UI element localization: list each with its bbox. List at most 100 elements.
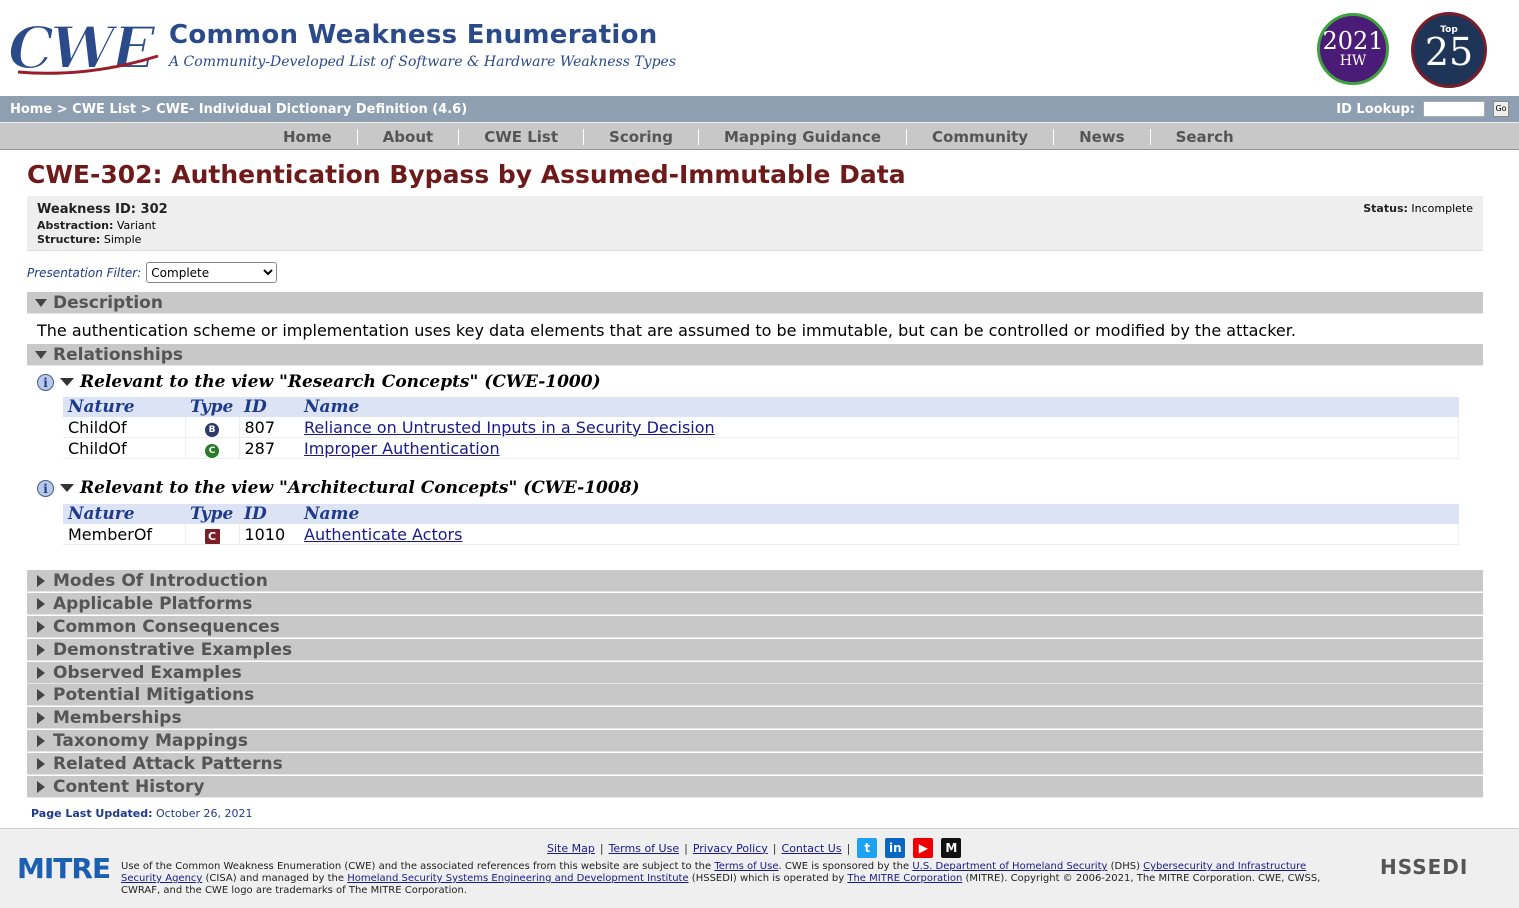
section-title: Modes Of Introduction	[53, 571, 268, 591]
section-title: Content History	[53, 777, 205, 797]
base-type-icon[interactable]: B	[205, 423, 219, 437]
cwe-logo[interactable]: CWE	[8, 16, 163, 76]
footer-text-part: Use of the Common Weakness Enumeration (…	[121, 861, 715, 872]
section-potential-mitigations[interactable]: Potential Mitigations	[27, 684, 1483, 706]
badge-year: 2021	[1322, 27, 1384, 55]
col-name: Name	[299, 397, 1459, 417]
footer-link-privacy[interactable]: Privacy Policy	[693, 842, 768, 855]
cwe-link[interactable]: Authenticate Actors	[304, 525, 462, 544]
expand-arrow-icon[interactable]	[37, 712, 45, 724]
cell-id: 1010	[239, 524, 299, 545]
badge-top-number: 25	[1424, 30, 1474, 74]
footer-text-part: (CISA) and managed by the	[202, 873, 348, 884]
cwe-link[interactable]: Reliance on Untrusted Inputs in a Securi…	[304, 418, 715, 437]
nav-home[interactable]: Home	[258, 129, 358, 145]
section-content-history[interactable]: Content History	[27, 776, 1483, 798]
nav-search[interactable]: Search	[1151, 129, 1259, 145]
presentation-filter: Presentation Filter: Complete	[27, 262, 278, 283]
youtube-icon[interactable]: ▶	[913, 838, 934, 858]
section-relationships[interactable]: Relationships	[27, 344, 1483, 366]
section-taxonomy-mappings[interactable]: Taxonomy Mappings	[27, 730, 1483, 752]
expand-arrow-icon[interactable]	[37, 667, 45, 679]
col-id: ID	[239, 397, 299, 417]
breadcrumb-home[interactable]: Home	[10, 102, 52, 117]
cell-nature: ChildOf	[63, 417, 185, 438]
nav-mapping-guidance[interactable]: Mapping Guidance	[699, 129, 908, 145]
footer-terms-link[interactable]: Terms of Use	[714, 861, 778, 872]
cell-type: C	[184, 524, 240, 545]
site-title[interactable]: Common Weakness Enumeration	[169, 20, 658, 50]
cell-nature: ChildOf	[63, 437, 185, 459]
hssedi-logo[interactable]: HSSEDI	[1380, 855, 1468, 879]
mitre-link[interactable]: The MITRE Corporation	[847, 873, 962, 884]
cwe-link[interactable]: Improper Authentication	[304, 439, 500, 458]
footer-link-terms[interactable]: Terms of Use	[609, 842, 680, 855]
collapse-arrow-icon[interactable]	[35, 299, 47, 307]
collapse-arrow-icon[interactable]	[35, 351, 47, 359]
collapse-arrow-icon[interactable]	[60, 484, 74, 492]
info-icon[interactable]: i	[37, 479, 54, 497]
main-nav: Home About CWE List Scoring Mapping Guid…	[0, 122, 1519, 150]
site-header: CWE Common Weakness Enumeration A Commun…	[0, 0, 1519, 96]
expand-arrow-icon[interactable]	[37, 644, 45, 656]
section-common-consequences[interactable]: Common Consequences	[27, 616, 1483, 638]
cell-name: Improper Authentication	[299, 437, 1459, 459]
breadcrumb-separator: >	[140, 102, 152, 117]
expand-arrow-icon[interactable]	[37, 575, 45, 587]
collapse-arrow-icon[interactable]	[60, 378, 74, 386]
expand-arrow-icon[interactable]	[37, 689, 45, 701]
mitre-logo[interactable]: MITRE	[17, 852, 111, 885]
nav-community[interactable]: Community	[907, 129, 1055, 145]
nav-about[interactable]: About	[358, 129, 460, 145]
hw-top25-2021-badge[interactable]: 2021 HW	[1317, 13, 1389, 85]
expand-arrow-icon[interactable]	[37, 598, 45, 610]
section-title: Description	[53, 293, 163, 313]
expand-arrow-icon[interactable]	[37, 735, 45, 747]
hssedi-link[interactable]: Homeland Security Systems Engineering an…	[347, 873, 688, 884]
section-title: Memberships	[53, 708, 182, 728]
info-icon[interactable]: i	[37, 373, 54, 391]
dhs-link[interactable]: U.S. Department of Homeland Security	[912, 861, 1107, 872]
cell-type: B	[184, 417, 240, 438]
expand-arrow-icon[interactable]	[37, 758, 45, 770]
top25-badge[interactable]: Top 25	[1411, 12, 1487, 88]
section-applicable-platforms[interactable]: Applicable Platforms	[27, 593, 1483, 615]
section-modes-of-introduction[interactable]: Modes Of Introduction	[27, 570, 1483, 592]
nav-cwe-list[interactable]: CWE List	[459, 129, 585, 145]
footer-link-site-map[interactable]: Site Map	[547, 842, 595, 855]
expand-arrow-icon[interactable]	[37, 781, 45, 793]
nav-scoring[interactable]: Scoring	[584, 129, 699, 145]
id-lookup-go-button[interactable]: Go	[1493, 101, 1509, 117]
status: Status: Incomplete	[1363, 202, 1473, 215]
medium-icon[interactable]: M	[941, 838, 962, 858]
footer-link-contact[interactable]: Contact Us	[782, 842, 842, 855]
presentation-filter-select[interactable]: Complete	[146, 262, 278, 283]
breadcrumb-cwe-list[interactable]: CWE List	[72, 102, 136, 117]
linkedin-icon[interactable]: in	[885, 838, 906, 858]
nav-news[interactable]: News	[1054, 129, 1151, 145]
expand-arrow-icon[interactable]	[37, 621, 45, 633]
section-title: Related Attack Patterns	[53, 754, 283, 774]
presentation-filter-label: Presentation Filter:	[27, 265, 142, 280]
class-type-icon[interactable]: C	[205, 444, 219, 458]
updated-label: Page Last Updated:	[31, 807, 153, 820]
status-value: Incomplete	[1411, 202, 1473, 215]
section-memberships[interactable]: Memberships	[27, 707, 1483, 729]
structure: Structure: Simple	[37, 233, 141, 246]
table-header: Nature Type ID Name	[63, 397, 1459, 417]
section-title: Relationships	[53, 345, 183, 365]
section-demonstrative-examples[interactable]: Demonstrative Examples	[27, 639, 1483, 661]
twitter-icon[interactable]: t	[857, 838, 878, 858]
col-nature: Nature	[63, 397, 185, 417]
category-type-icon[interactable]: C	[204, 528, 220, 544]
cell-name: Authenticate Actors	[299, 524, 1459, 545]
cell-nature: MemberOf	[63, 524, 185, 545]
section-description[interactable]: Description	[27, 292, 1483, 314]
section-title: Taxonomy Mappings	[53, 731, 248, 751]
description-text: The authentication scheme or implementat…	[37, 321, 1296, 340]
section-related-attack-patterns[interactable]: Related Attack Patterns	[27, 753, 1483, 775]
section-title: Potential Mitigations	[53, 685, 255, 705]
id-lookup-input[interactable]	[1423, 101, 1485, 117]
col-id: ID	[239, 504, 299, 524]
section-observed-examples[interactable]: Observed Examples	[27, 662, 1483, 684]
